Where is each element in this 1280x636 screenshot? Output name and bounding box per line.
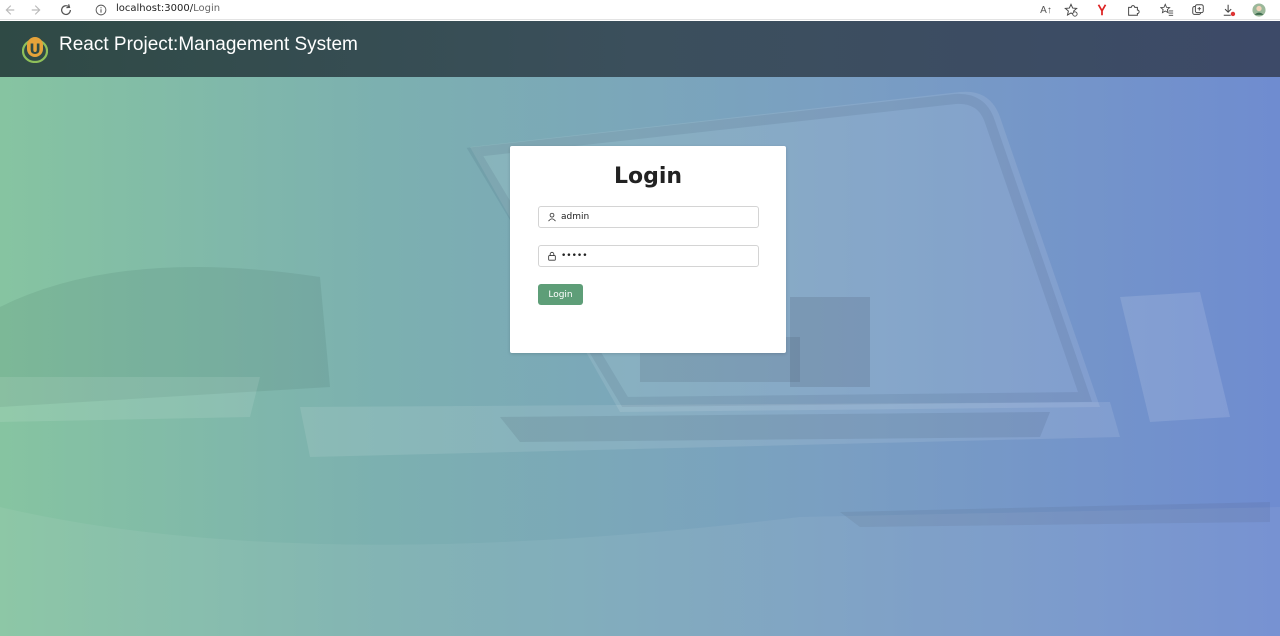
password-field[interactable]	[538, 245, 759, 267]
info-icon[interactable]	[93, 2, 108, 17]
password-input[interactable]	[561, 247, 751, 265]
downloads-icon[interactable]	[1220, 1, 1238, 19]
favorites-icon[interactable]	[1158, 1, 1176, 19]
extensions-icon[interactable]	[1124, 1, 1142, 19]
collections-icon[interactable]	[1189, 1, 1207, 19]
login-card: Login Login	[510, 146, 786, 353]
url-path: Login	[193, 3, 221, 14]
app-header: U React Project:Management System	[0, 21, 1280, 77]
logo-icon: U	[21, 33, 49, 64]
read-aloud-icon[interactable]: A↑	[1037, 1, 1055, 19]
favorite-star-icon[interactable]	[1062, 1, 1080, 19]
address-bar[interactable]: localhost:3000/Login	[116, 3, 220, 14]
url-host: localhost:3000/	[116, 3, 194, 14]
profile-avatar-icon[interactable]	[1250, 1, 1268, 19]
username-field[interactable]	[538, 206, 759, 228]
forward-icon[interactable]	[28, 1, 46, 19]
read-aloud-label: A↑	[1040, 4, 1052, 16]
browser-toolbar: localhost:3000/Login A↑	[0, 0, 1280, 20]
back-icon[interactable]	[0, 1, 18, 19]
lock-icon	[546, 250, 558, 262]
yandex-icon[interactable]	[1093, 1, 1111, 19]
login-title: Login	[613, 164, 683, 189]
reload-icon[interactable]	[57, 1, 75, 19]
logo-letter: U	[29, 42, 40, 58]
app-title: React Project:Management System	[59, 34, 358, 55]
login-button[interactable]: Login	[538, 284, 583, 305]
user-icon	[546, 211, 558, 223]
username-input[interactable]	[561, 208, 751, 226]
